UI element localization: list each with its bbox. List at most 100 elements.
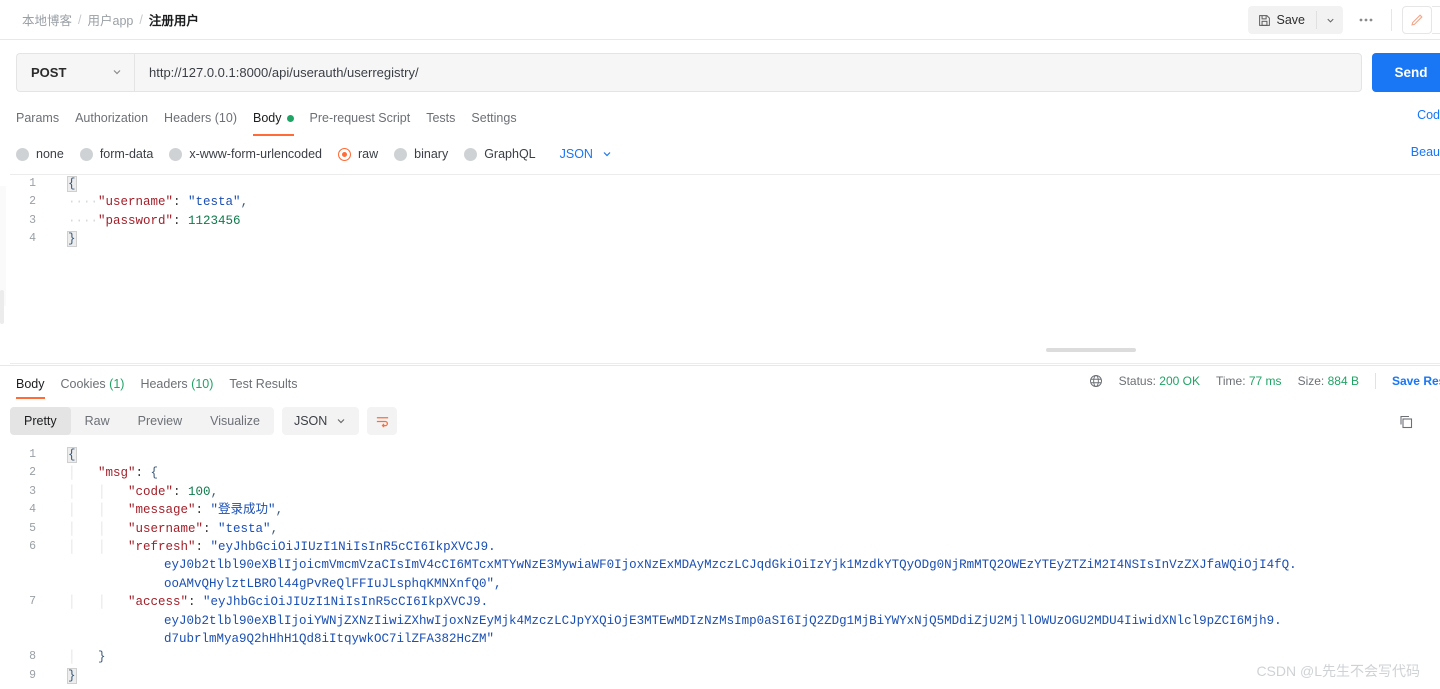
tab-label: Authorization — [75, 111, 149, 125]
toolbar-divider — [1391, 9, 1392, 31]
tab-params[interactable]: Params — [16, 111, 59, 127]
code-line: 3 │ │ "code": 100, — [10, 483, 1440, 501]
time-text: Time: 77 ms — [1216, 374, 1282, 388]
chevron-down-icon — [1325, 15, 1336, 26]
view-label: Visualize — [210, 414, 260, 428]
access-token-value: "eyJhbGciOiJIUzI1NiIsInR5cCI6IkpXVCJ9. — [203, 595, 489, 610]
view-raw[interactable]: Raw — [71, 407, 124, 435]
status-value: 200 OK — [1159, 374, 1200, 388]
body-type-label: x-www-form-urlencoded — [189, 147, 322, 161]
tab-count: (1) — [109, 377, 125, 391]
url-input[interactable]: http://127.0.0.1:8000/api/userauth/userr… — [134, 52, 1362, 92]
body-type-none[interactable]: none — [16, 147, 64, 161]
line-number: 3 — [29, 213, 36, 227]
request-format-select[interactable]: JSON — [560, 147, 613, 161]
chevron-down-icon — [335, 415, 347, 427]
code-link[interactable]: Cod — [1417, 108, 1440, 122]
body-type-graphql[interactable]: GraphQL — [464, 147, 536, 161]
response-format-value: JSON — [293, 414, 328, 428]
code-line: 8 │ } — [10, 648, 1440, 666]
line-number: 6 — [29, 540, 36, 554]
tab-headers[interactable]: Headers (10) — [164, 111, 237, 127]
size-text: Size: 884 B — [1298, 374, 1359, 388]
editor-left-edge — [0, 186, 6, 306]
breadcrumb: 本地博客 / 用户app / 注册用户 — [22, 10, 199, 29]
pane-drag-handle[interactable] — [0, 290, 4, 324]
copy-response-button[interactable] — [1394, 410, 1418, 434]
tab-label: Settings — [471, 111, 517, 125]
tab-label: Tests — [426, 111, 456, 125]
request-tabs: Params Authorization Headers (10) Body P… — [0, 104, 1440, 136]
size-value: 884 B — [1327, 374, 1359, 388]
breadcrumb-separator: / — [78, 12, 82, 27]
line-number: 7 — [29, 595, 36, 609]
response-tab-cookies[interactable]: Cookies (1) — [61, 377, 125, 391]
code-line: 6 │ │ "refresh": "eyJhbGciOiJIUzI1NiIsIn… — [10, 538, 1440, 593]
tab-label: Params — [16, 111, 60, 125]
floppy-disk-icon — [1258, 14, 1271, 27]
view-pretty[interactable]: Pretty — [10, 407, 71, 435]
save-dropdown-button[interactable] — [1317, 6, 1343, 34]
tab-body[interactable]: Body — [253, 111, 294, 136]
body-type-raw[interactable]: raw — [338, 147, 378, 161]
code-content: │ } — [68, 650, 106, 665]
line-number: 3 — [29, 484, 36, 498]
http-method-select[interactable]: POST — [16, 52, 134, 92]
tab-label: Pre-request Script — [309, 111, 411, 125]
radio-icon — [169, 147, 183, 161]
breadcrumb-item-0[interactable]: 本地博客 — [22, 10, 72, 29]
code-content: │ │ "access": "eyJhbGciOiJIUzI1NiIsInR5c… — [68, 595, 1282, 647]
code-content: { — [67, 176, 77, 192]
response-tab-body[interactable]: Body — [16, 377, 45, 399]
time-label: Time: — [1215, 374, 1246, 388]
view-preview[interactable]: Preview — [124, 407, 196, 435]
breadcrumb-separator: / — [139, 12, 143, 27]
send-button[interactable]: Send — [1372, 52, 1440, 92]
response-body-viewer[interactable]: 1 { 2 │ "msg": { 3 │ │ "code": 100, 4 │ … — [10, 446, 1440, 689]
wrap-lines-icon — [375, 414, 390, 429]
tab-pre-request-script[interactable]: Pre-request Script — [310, 111, 411, 127]
response-view-toolbar: Pretty Raw Preview Visualize JSON — [0, 406, 398, 436]
body-active-dot-icon — [286, 114, 294, 122]
refresh-token-value: "eyJhbGciOiJIUzI1NiIsInR5cCI6IkpXVCJ9. — [210, 540, 496, 555]
postman-window: 本地博客 / 用户app / 注册用户 Save POST http://127… — [0, 0, 1440, 689]
code-line: 9 } — [10, 667, 1440, 685]
wrap-lines-button[interactable] — [367, 407, 398, 435]
line-number: 1 — [29, 177, 36, 190]
url-value: http://127.0.0.1:8000/api/userauth/userr… — [149, 64, 419, 80]
tab-tests[interactable]: Tests — [426, 111, 455, 127]
save-button-label: Save — [1276, 13, 1306, 27]
tab-authorization[interactable]: Authorization — [75, 111, 148, 127]
pencil-icon — [1410, 13, 1424, 27]
save-button[interactable]: Save — [1248, 6, 1317, 34]
body-type-x-www-form-urlencoded[interactable]: x-www-form-urlencoded — [169, 147, 322, 161]
more-options-button[interactable] — [1351, 6, 1381, 34]
breadcrumb-item-1[interactable]: 用户app — [88, 10, 134, 29]
beautify-link[interactable]: Beau — [1411, 145, 1440, 159]
code-content: │ │ "username": "testa", — [68, 521, 279, 536]
body-type-form-data[interactable]: form-data — [79, 147, 153, 161]
line-number: 2 — [29, 195, 36, 209]
request-body-editor[interactable]: 1 { 2 ····"username": "testa", 3 ····"pa… — [10, 174, 1440, 364]
save-group: Save — [1247, 6, 1343, 34]
view-visualize[interactable]: Visualize — [196, 407, 274, 435]
tab-count: (10) — [191, 377, 214, 391]
response-format-select[interactable]: JSON — [281, 407, 360, 435]
code-content: } — [67, 231, 77, 248]
code-content: ····"password": 1123456 — [68, 213, 241, 228]
code-content: } — [67, 667, 77, 684]
view-label: Raw — [84, 414, 110, 428]
code-line: 1 { — [10, 446, 1440, 464]
line-number: 4 — [29, 503, 36, 517]
horizontal-scrollbar[interactable] — [46, 348, 1430, 352]
breadcrumb-item-2[interactable]: 注册用户 — [149, 10, 199, 29]
response-tab-headers[interactable]: Headers (10) — [140, 377, 213, 391]
response-tab-test-results[interactable]: Test Results — [229, 377, 297, 391]
body-type-binary[interactable]: binary — [394, 147, 448, 161]
toolbar-overflow-button[interactable] — [1432, 6, 1440, 34]
save-response-link[interactable]: Save Respons — [1392, 374, 1440, 388]
line-number: 5 — [29, 521, 36, 535]
status-text: Status: 200 OK — [1119, 374, 1200, 388]
edit-button[interactable] — [1402, 6, 1432, 34]
tab-settings[interactable]: Settings — [471, 111, 516, 127]
